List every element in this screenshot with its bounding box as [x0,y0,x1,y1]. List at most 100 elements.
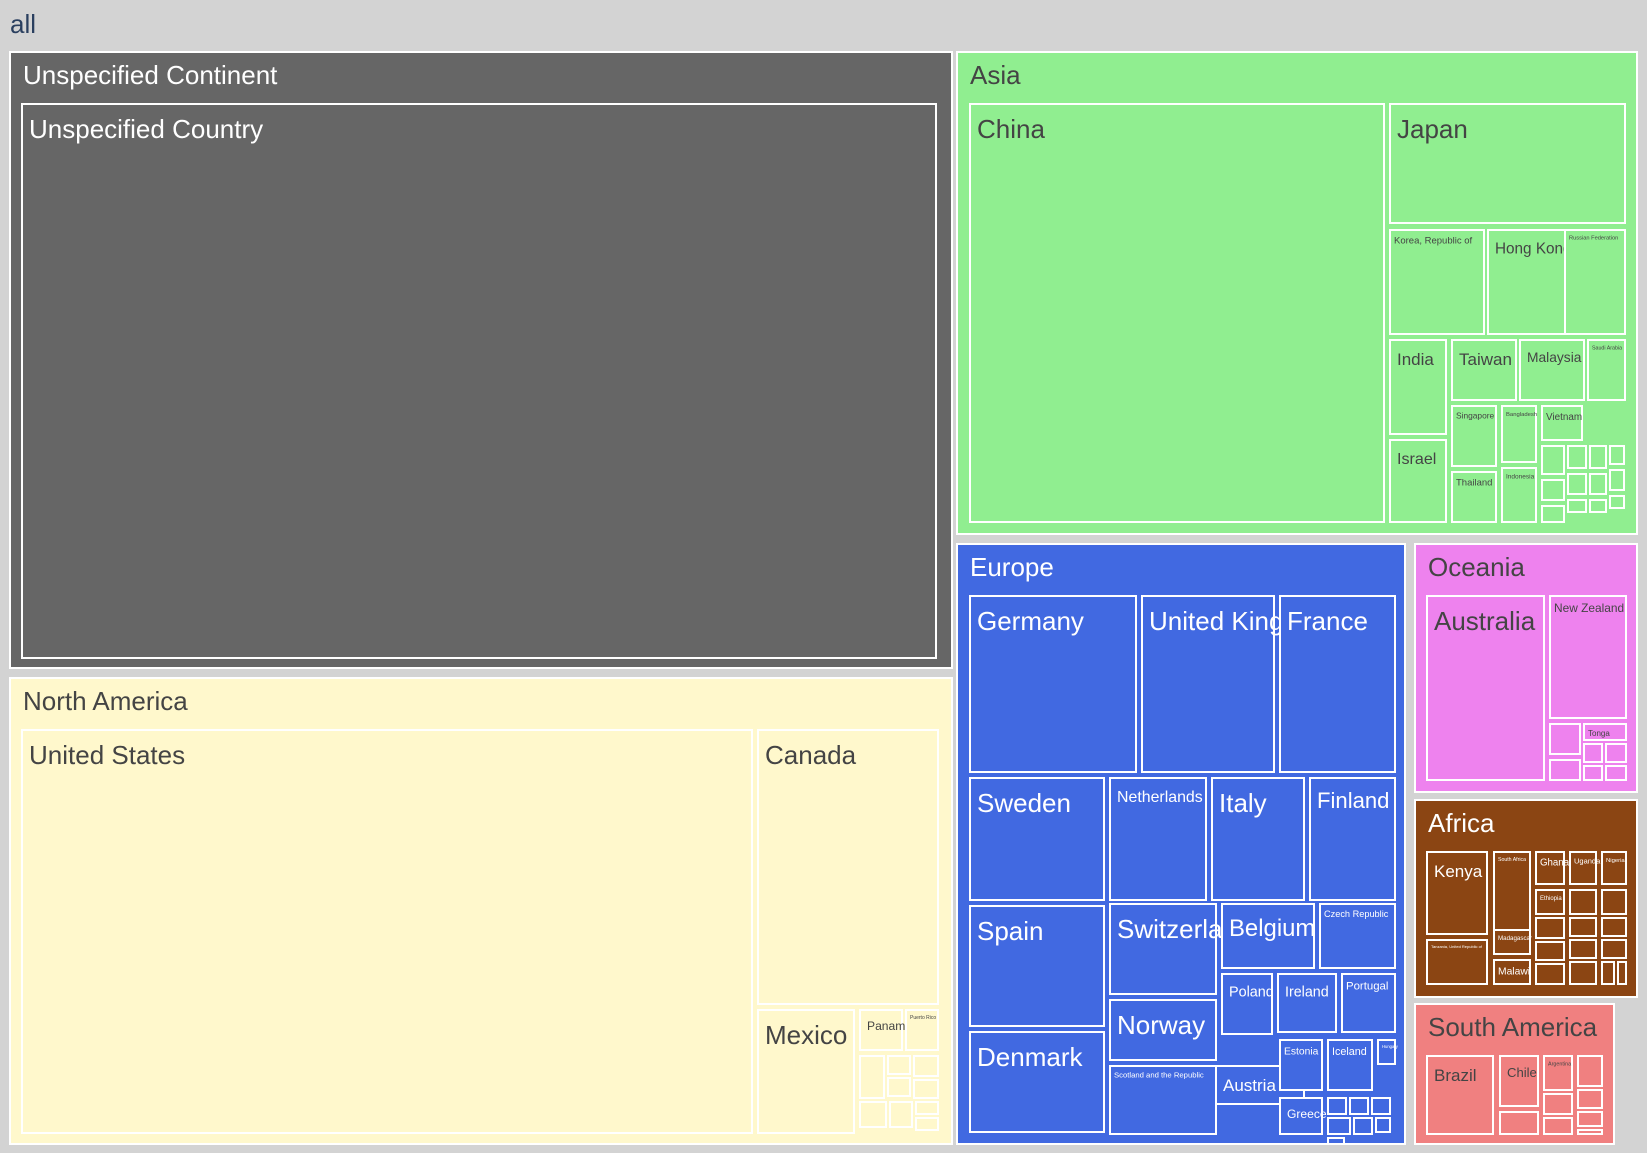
country-tile[interactable] [1569,939,1597,959]
country-label-italy: Italy [1219,788,1267,818]
country-tile[interactable] [1605,765,1627,781]
country-tile-nigeria[interactable] [1601,851,1627,885]
country-tile[interactable] [1601,889,1627,915]
country-tile[interactable] [1567,445,1587,469]
country-label-argentina: Argentina [1548,1061,1571,1067]
country-tile[interactable] [1569,917,1597,937]
country-tile[interactable] [1589,499,1607,513]
country-tile[interactable] [1535,917,1565,939]
country-tile[interactable] [1535,941,1565,961]
continent-label-europe: Europe [970,552,1054,582]
country-label-ethiopia: Ethiopia [1540,896,1562,902]
country-label-iceland: Iceland [1332,1046,1367,1058]
country-tile[interactable] [1541,479,1565,501]
country-label-unspecified-country: Unspecified Country [29,114,263,144]
country-tile-unspecified-country[interactable] [21,103,937,659]
continent-oceania[interactable]: Oceania Australia New Zealand Tonga [1414,543,1638,793]
country-tile[interactable] [1543,1117,1573,1135]
country-tile[interactable] [1549,759,1581,781]
country-tile[interactable] [1601,917,1627,937]
country-tile[interactable] [887,1055,911,1075]
country-tile[interactable] [889,1101,913,1128]
country-tile[interactable] [1327,1117,1351,1135]
country-tile[interactable] [1589,473,1607,495]
country-tile[interactable] [1567,473,1587,495]
country-tile[interactable] [1605,743,1627,763]
continent-label-africa: Africa [1428,808,1495,838]
country-tile[interactable] [1569,889,1597,915]
country-tile[interactable] [1577,1111,1603,1127]
country-tile[interactable] [1375,1117,1391,1133]
country-tile-south-africa[interactable] [1493,851,1531,931]
country-label-tonga: Tonga [1588,729,1610,738]
country-tile[interactable] [1535,963,1565,985]
country-label-new-zealand: New Zealand [1554,601,1624,615]
country-tile[interactable] [913,1079,939,1099]
country-tile[interactable] [1609,469,1625,491]
country-tile[interactable] [1327,1097,1347,1115]
country-tile[interactable] [887,1077,911,1097]
country-tile[interactable] [1567,499,1587,513]
country-label-france: France [1287,606,1368,636]
country-tile-canada[interactable] [757,729,939,1005]
country-label-malaysia: Malaysia [1527,350,1582,365]
country-label-vietnam: Vietnam [1546,412,1582,423]
country-tile[interactable] [859,1101,887,1128]
pathbar[interactable]: all [0,0,1647,45]
continent-label-north-america: North America [23,686,188,716]
continent-asia[interactable]: Asia China Japan Korea, Republic of Hong Kon… [956,51,1638,535]
country-tile[interactable] [1583,765,1603,781]
country-tile[interactable] [1577,1089,1603,1109]
country-label-thailand: Thailand [1456,477,1492,488]
country-label-chile: Chile [1507,1065,1537,1080]
pathbar-root-label[interactable]: all [10,9,36,39]
country-tile[interactable] [1577,1129,1603,1135]
country-tile[interactable] [859,1055,885,1099]
country-label-israel: Israel [1397,450,1436,468]
country-tile-russian-federation[interactable] [1564,229,1626,335]
country-label-greece: Greece [1287,1107,1327,1121]
country-tile[interactable] [1349,1097,1369,1115]
country-tile[interactable] [915,1117,939,1131]
country-label-portugal: Portugal [1346,980,1388,992]
country-tile[interactable] [1601,961,1615,985]
country-tile[interactable] [1577,1055,1603,1087]
country-tile-china[interactable] [969,103,1385,523]
country-tile-united-states[interactable] [21,729,753,1134]
country-tile[interactable] [1549,723,1581,755]
country-tile[interactable] [1589,445,1607,469]
country-tile[interactable] [1499,1111,1539,1135]
pathbar-background[interactable] [0,0,1647,45]
country-label-saudi-arabia: Saudi Arabia [1592,345,1622,351]
country-label-india: India [1397,350,1434,369]
country-tile[interactable] [1353,1117,1373,1135]
country-label-poland: Poland [1229,984,1274,1000]
country-tile[interactable] [1601,939,1627,959]
country-tile[interactable] [913,1055,939,1077]
country-tile-taiwan[interactable] [1451,339,1517,401]
country-label-mexico: Mexico [765,1020,847,1050]
country-tile[interactable] [1543,1093,1573,1115]
continent-africa[interactable]: Africa Kenya South Africa Ghana Uganda Nigeri… [1414,799,1638,998]
country-label-tanzania-united-republic-of: Tanzania, United Republic of [1431,944,1483,949]
country-tile[interactable] [1609,445,1625,465]
country-tile-chile[interactable] [1499,1055,1539,1107]
country-tile[interactable] [1327,1137,1345,1145]
country-label-spain: Spain [977,916,1044,946]
country-tile[interactable] [1617,961,1627,985]
country-tile[interactable] [1583,743,1603,763]
country-tile[interactable] [1541,505,1565,523]
country-tile[interactable] [915,1101,939,1115]
country-label-bangladesh: Bangladesh [1506,412,1537,418]
continent-unspecified-continent[interactable]: Unspecified Continent Unspecified Country [9,51,953,669]
country-tile[interactable] [1371,1097,1391,1115]
country-tile[interactable] [1541,445,1565,475]
country-tile[interactable] [1569,961,1597,985]
continent-north-america[interactable]: North AmericaUnited States CanadaMexico Pa… [9,677,953,1145]
continent-europe[interactable]: EuropeGermany United KingdomFranceSweden N… [956,543,1406,1145]
country-tile[interactable] [1609,495,1625,509]
country-label-germany: Germany [977,606,1084,636]
country-tile-ireland[interactable] [1277,973,1337,1033]
country-tile-poland[interactable] [1221,973,1273,1035]
continent-south-america[interactable]: South America Brazil Chile Argentina [1414,1003,1615,1145]
